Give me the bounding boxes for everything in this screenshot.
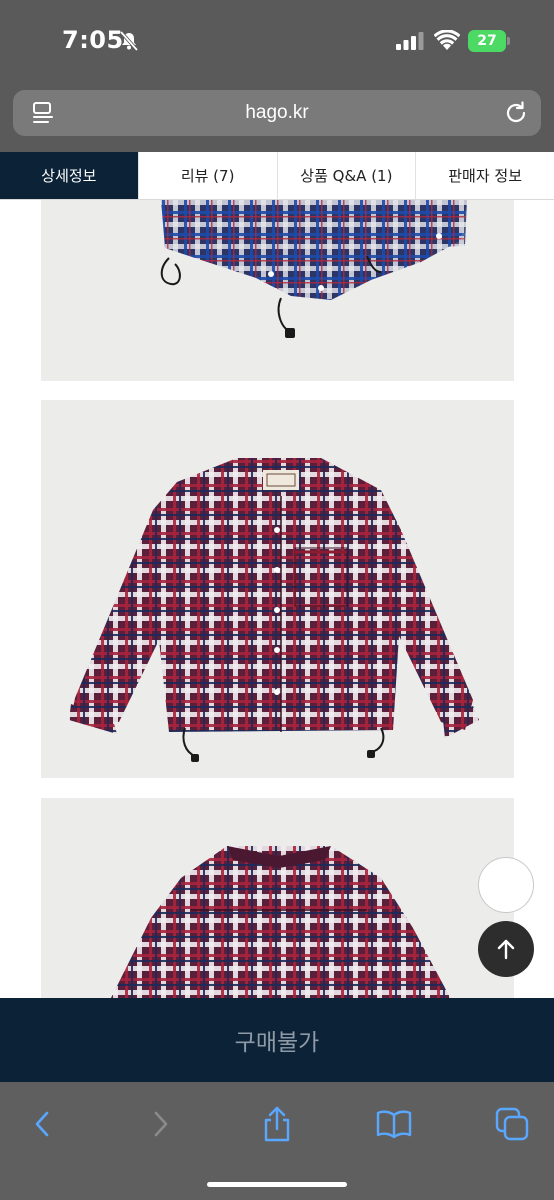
- battery-cap: [507, 37, 510, 45]
- bookmarks-button[interactable]: [374, 1104, 414, 1144]
- product-photo-shirt-front: [41, 400, 514, 778]
- share-icon: [264, 1106, 290, 1142]
- purchase-button-label: 구매불가: [234, 1030, 320, 1056]
- forward-button[interactable]: [141, 1104, 181, 1144]
- bell-slash-icon: [119, 30, 139, 52]
- reload-icon[interactable]: [503, 100, 529, 126]
- share-button[interactable]: [257, 1104, 297, 1144]
- arrow-up-icon: [497, 939, 515, 960]
- back-button[interactable]: [22, 1104, 62, 1144]
- purchase-bar[interactable]: 구매불가: [0, 998, 554, 1082]
- tab-details[interactable]: 상세정보: [0, 152, 139, 199]
- tab-seller-info[interactable]: 판매자 정보: [416, 152, 554, 199]
- url-text[interactable]: hago.kr: [13, 90, 541, 136]
- status-bar: 7:05 27: [0, 0, 554, 80]
- product-photo-shirt-back: [41, 798, 514, 998]
- status-time: 7:05: [62, 26, 124, 54]
- page-menu-icon[interactable]: [31, 101, 55, 125]
- scroll-top-button[interactable]: [478, 921, 534, 977]
- battery-indicator: 27: [468, 30, 510, 52]
- product-detail-content: [0, 200, 554, 998]
- book-icon: [376, 1110, 412, 1139]
- tab-qna[interactable]: 상품 Q&A (1): [278, 152, 417, 199]
- chevron-left-icon: [35, 1111, 49, 1137]
- signal-icon: [396, 32, 424, 50]
- product-photo-navy-hem: [41, 200, 514, 381]
- address-bar[interactable]: hago.kr: [13, 90, 541, 136]
- wifi-icon: [434, 30, 460, 50]
- battery-level: 27: [477, 33, 497, 49]
- floating-blank-button[interactable]: [478, 857, 534, 913]
- browser-chrome: 7:05 27 hago.kr: [0, 0, 554, 152]
- tabs-button[interactable]: [492, 1104, 532, 1144]
- home-indicator: [207, 1182, 347, 1187]
- tabs-icon: [495, 1107, 529, 1141]
- chevron-right-icon: [154, 1111, 168, 1137]
- battery-body: 27: [468, 30, 506, 52]
- tab-reviews[interactable]: 리뷰 (7): [139, 152, 278, 199]
- product-tabs: 상세정보 리뷰 (7) 상품 Q&A (1) 판매자 정보: [0, 152, 554, 200]
